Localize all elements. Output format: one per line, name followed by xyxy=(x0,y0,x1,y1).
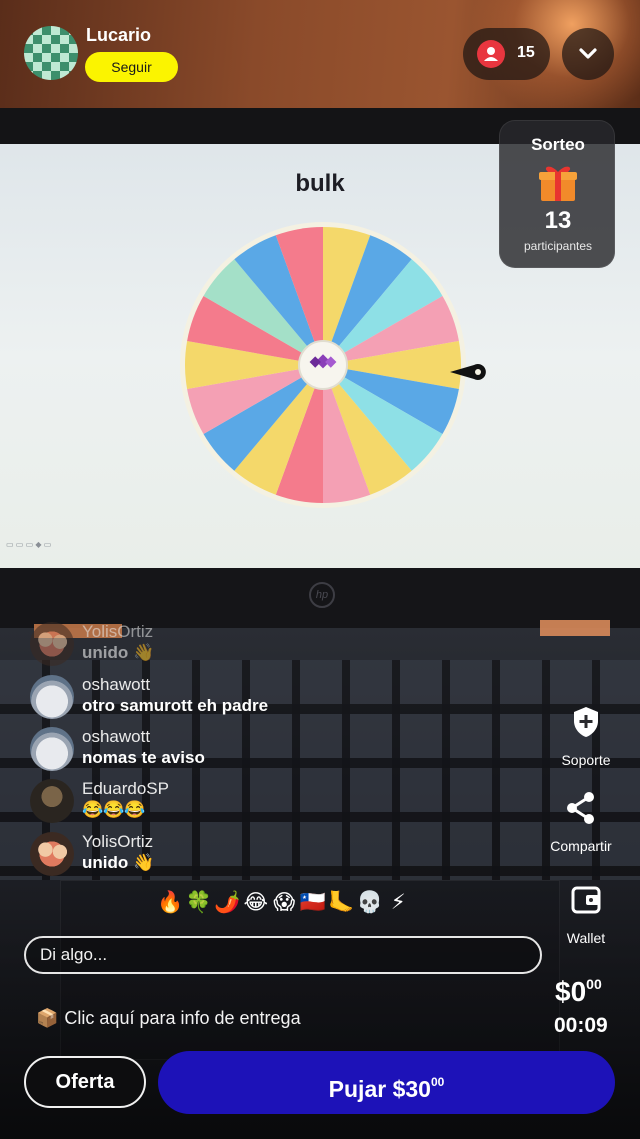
streamer-username[interactable]: Lucario xyxy=(86,25,151,46)
chat-username[interactable]: oshawott xyxy=(82,675,150,695)
chat-username[interactable]: YolisOrtiz xyxy=(82,832,153,852)
reaction-fire[interactable]: 🔥 xyxy=(156,890,185,915)
collapse-button[interactable] xyxy=(562,28,614,80)
share-label: Compartir xyxy=(550,838,612,854)
support-label: Soporte xyxy=(561,752,611,768)
reaction-scream[interactable]: 😱 xyxy=(270,890,299,914)
chat-username[interactable]: oshawott xyxy=(82,727,150,747)
giveaway-label: participantes xyxy=(523,239,593,253)
chat-avatar[interactable] xyxy=(30,727,74,771)
viewer-person-icon xyxy=(477,40,505,68)
bid-cents: 00 xyxy=(430,1075,445,1089)
reaction-zap[interactable]: ⚡ xyxy=(384,890,413,914)
follow-button[interactable]: Seguir xyxy=(85,52,178,82)
giveaway-count: 13 xyxy=(544,207,572,234)
price-cents: 00 xyxy=(586,976,602,992)
reaction-flag-chile[interactable]: 🇨🇱 xyxy=(299,890,328,915)
chat-message: YolisOrtiz unido 👋 xyxy=(30,832,450,880)
giveaway-title: Sorteo xyxy=(531,135,585,154)
chat-text: unido 👋 xyxy=(82,853,155,872)
screen-taskbar: ▭ ▭ ▭ ◆ ▭ xyxy=(6,540,52,549)
spin-wheel xyxy=(180,222,466,508)
chevron-down-icon xyxy=(579,48,597,59)
chat-text: 😂😂😂 xyxy=(82,800,146,819)
bid-label: Pujar $30 xyxy=(328,1076,431,1102)
share-button[interactable]: Compartir xyxy=(539,788,623,854)
chat-avatar[interactable] xyxy=(30,675,74,719)
chat-message: EduardoSP 😂😂😂 xyxy=(30,779,450,827)
chat-text: unido 👋 xyxy=(82,643,155,662)
shield-plus-icon xyxy=(574,707,598,737)
chat-avatar[interactable] xyxy=(30,779,74,823)
viewer-count: 15 xyxy=(517,44,535,61)
chat-message: oshawott nomas te aviso xyxy=(30,727,450,775)
chat-text: nomas te aviso xyxy=(82,748,205,767)
reaction-pepper[interactable]: 🌶️ xyxy=(213,890,242,915)
package-icon: 📦 xyxy=(36,1008,59,1028)
chat-avatar[interactable] xyxy=(30,622,74,666)
wheel-pointer-icon xyxy=(450,364,486,380)
price-value: $0 xyxy=(555,976,587,1007)
chat-username[interactable]: EduardoSP xyxy=(82,779,169,799)
bid-button[interactable]: Pujar $3000 xyxy=(158,1051,615,1114)
wallet-label: Wallet xyxy=(566,930,606,946)
chat-message: oshawott otro samurott eh padre xyxy=(30,675,450,723)
offer-button[interactable]: Oferta xyxy=(24,1056,146,1108)
tape-strip xyxy=(540,620,610,636)
laptop-logo: hp xyxy=(309,582,335,608)
reaction-bar: 🔥 🍀 🌶️ 😂 😱 🇨🇱 🦶 💀 ⚡ xyxy=(156,890,413,915)
reaction-laugh[interactable]: 😂 xyxy=(242,890,271,914)
chat-username[interactable]: YolisOrtiz xyxy=(82,622,153,642)
reaction-foot[interactable]: 🦶 xyxy=(327,890,356,915)
streamer-avatar[interactable] xyxy=(24,26,78,80)
gift-icon xyxy=(539,166,577,201)
chat-message: YolisOrtiz unido 👋 xyxy=(30,622,450,670)
support-button[interactable]: Soporte xyxy=(544,702,628,768)
auction-timer: 00:09 xyxy=(554,1014,608,1037)
reaction-skull[interactable]: 💀 xyxy=(356,890,385,915)
share-icon xyxy=(567,792,594,824)
current-price: $000 xyxy=(555,976,602,1008)
giveaway-card[interactable]: Sorteo 13 participantes xyxy=(499,120,615,268)
chat-avatar[interactable] xyxy=(30,832,74,876)
chat-input[interactable] xyxy=(24,936,542,974)
wallet-icon xyxy=(571,886,601,914)
reaction-clover[interactable]: 🍀 xyxy=(185,890,214,915)
delivery-info-text: Clic aquí para info de entrega xyxy=(64,1008,301,1028)
delivery-info-link[interactable]: 📦 Clic aquí para info de entrega xyxy=(36,1008,301,1029)
wallet-button[interactable]: Wallet xyxy=(544,880,628,946)
chat-text: otro samurott eh padre xyxy=(82,696,269,715)
